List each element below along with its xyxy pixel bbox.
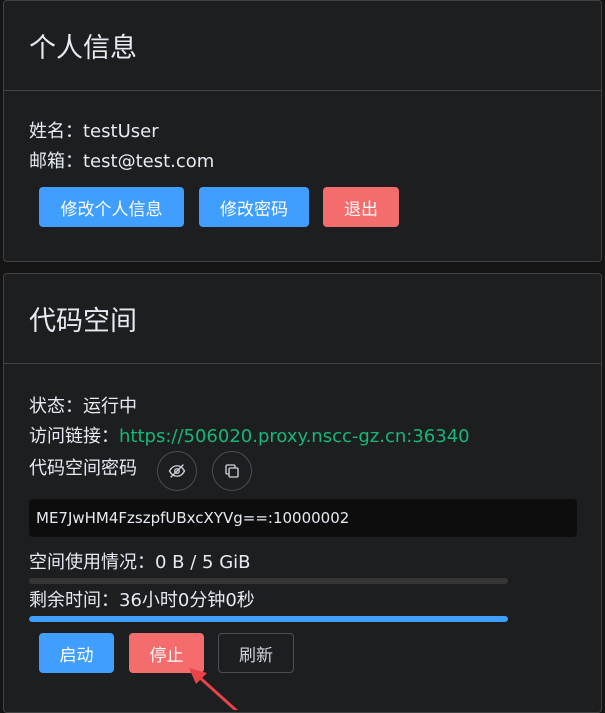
storage-usage: 空间使用情况：0 B / 5 GiB bbox=[29, 552, 251, 573]
logout-button[interactable]: 退出 bbox=[323, 187, 399, 227]
edit-profile-button[interactable]: 修改个人信息 bbox=[39, 187, 184, 227]
workspace-password-label: 代码空间密码 bbox=[29, 458, 137, 479]
access-link-row: 访问链接：https://506020.proxy.nscc-gz.cn:363… bbox=[29, 422, 576, 452]
remaining-time-bar-fill bbox=[29, 616, 508, 622]
profile-name: 姓名：testUser bbox=[29, 121, 159, 142]
remaining-time: 剩余时间：36小时0分钟0秒 bbox=[29, 590, 255, 611]
profile-card: 个人信息 姓名：testUser 邮箱：test@test.com 修改个人信息… bbox=[3, 0, 602, 262]
storage-usage-bar bbox=[29, 578, 508, 584]
start-button[interactable]: 启动 bbox=[39, 633, 114, 673]
workspace-password-field[interactable]: ME7JwHM4FzszpfUBxcXYVg==:10000002 bbox=[29, 499, 577, 537]
eye-off-icon bbox=[168, 464, 186, 478]
remaining-time-bar bbox=[29, 616, 508, 622]
copy-password-button[interactable] bbox=[212, 451, 252, 491]
refresh-button[interactable]: 刷新 bbox=[218, 633, 294, 673]
access-link[interactable]: https://506020.proxy.nscc-gz.cn:36340 bbox=[119, 426, 470, 447]
profile-email: 邮箱：test@test.com bbox=[29, 151, 215, 172]
toggle-password-visibility-button[interactable] bbox=[157, 451, 197, 491]
workspace-status: 状态：运行中 bbox=[29, 396, 137, 417]
copy-icon bbox=[225, 464, 239, 478]
workspace-card: 代码空间 状态：运行中 访问链接：https://506020.proxy.ns… bbox=[3, 273, 602, 713]
change-password-button[interactable]: 修改密码 bbox=[199, 187, 309, 227]
stop-button[interactable]: 停止 bbox=[129, 633, 204, 673]
access-link-label: 访问链接： bbox=[29, 426, 119, 447]
profile-card-title: 个人信息 bbox=[4, 1, 601, 91]
workspace-password-value: ME7JwHM4FzszpfUBxcXYVg==:10000002 bbox=[36, 509, 350, 527]
workspace-card-title: 代码空间 bbox=[4, 274, 601, 364]
